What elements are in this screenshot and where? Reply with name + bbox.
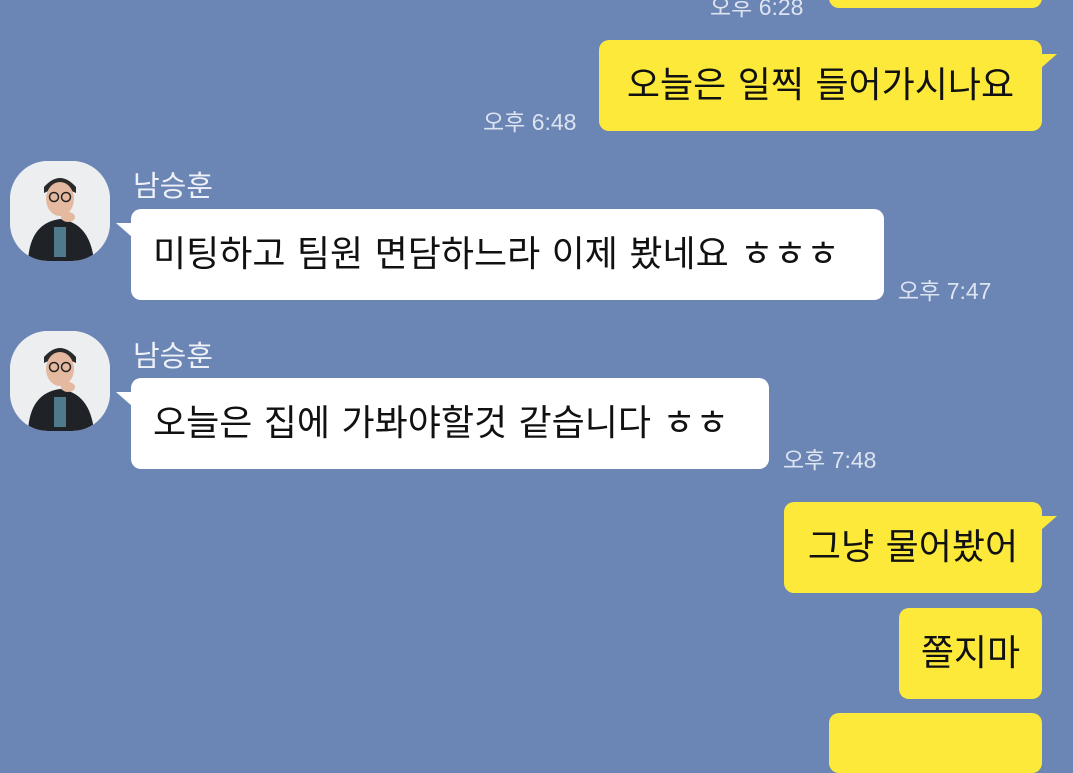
message-time: 오후 7:47	[898, 278, 992, 304]
chat-bubble-mine-partial[interactable]	[829, 713, 1042, 773]
chat-bubble-theirs[interactable]: 미팅하고 팀원 면담하느라 이제 봤네요 ㅎㅎㅎ	[131, 209, 884, 300]
message-time: 오후 7:48	[783, 447, 877, 473]
message-time: 오후 6:48	[483, 109, 577, 135]
chat-bubble-mine[interactable]: 오늘은 일찍 들어가시나요	[599, 40, 1042, 131]
avatar[interactable]	[10, 331, 110, 431]
chat-bubble-mine-partial[interactable]	[829, 0, 1042, 8]
chat-bubble-mine[interactable]: 그냥 물어봤어	[784, 502, 1042, 593]
bubble-tail	[116, 392, 132, 406]
message-text: 오늘은 집에 가봐야할것 같습니다 ㅎㅎ	[153, 402, 729, 444]
sender-name: 남승훈	[133, 169, 214, 203]
bubble-tail	[1041, 516, 1057, 530]
message-time: 오후 6:28	[710, 0, 804, 20]
bubble-tail	[116, 223, 132, 237]
avatar[interactable]	[10, 161, 110, 261]
chat-bubble-theirs[interactable]: 오늘은 집에 가봐야할것 같습니다 ㅎㅎ	[131, 378, 769, 469]
message-text: 그냥 물어봤어	[807, 526, 1019, 568]
message-text: 미팅하고 팀원 면담하느라 이제 봤네요 ㅎㅎㅎ	[153, 233, 840, 275]
message-text: 쫄지마	[920, 632, 1021, 674]
bubble-tail	[1041, 54, 1057, 68]
chat-bubble-mine[interactable]: 쫄지마	[899, 608, 1042, 699]
profile-photo-icon	[10, 161, 110, 261]
profile-photo-icon	[10, 331, 110, 431]
sender-name: 남승훈	[133, 339, 214, 373]
message-text: 오늘은 일찍 들어가시나요	[626, 64, 1015, 106]
